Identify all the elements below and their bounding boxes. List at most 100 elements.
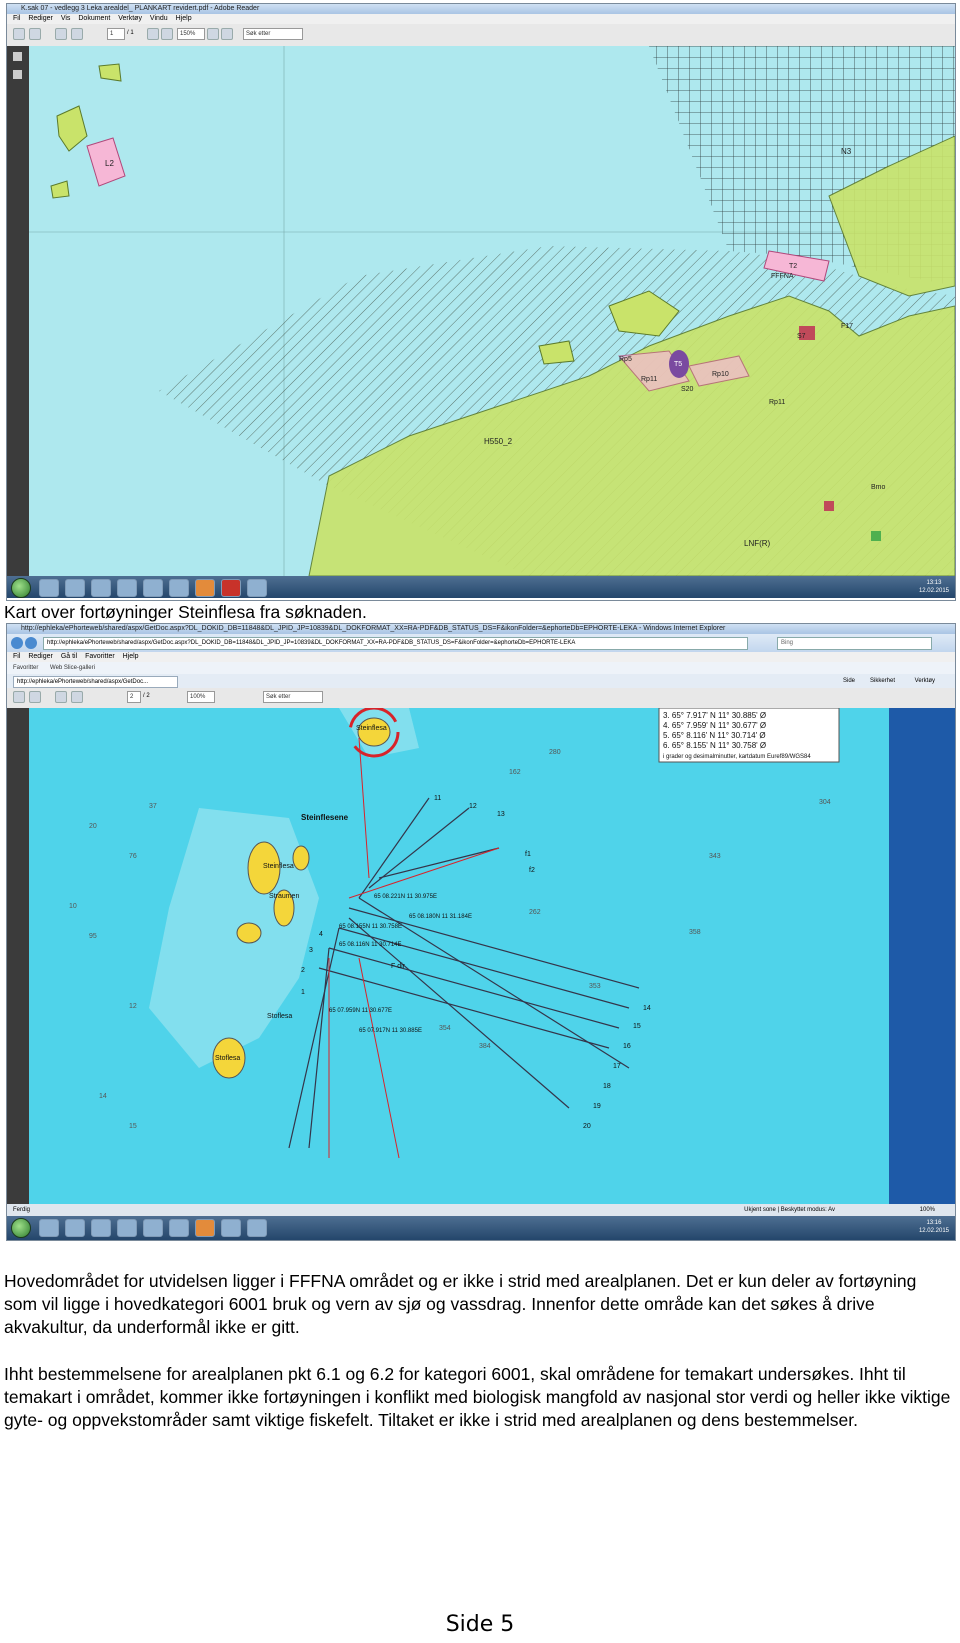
svg-text:262: 262 [529,909,541,916]
navigation-panel [7,46,29,576]
caption: Kart over fortøyninger Steinflesa fra sø… [4,602,367,622]
menu-item-document[interactable]: Dokument [78,15,110,22]
svg-text:20: 20 [89,823,97,830]
start-button[interactable] [11,578,31,598]
media-icon[interactable] [91,1219,111,1237]
svg-text:12: 12 [129,1003,137,1010]
address-input[interactable]: http://ephleka/ePhorteweb/shared/aspx/Ge… [43,637,748,650]
window-title-bar: K.sak 07 - vedlegg 3 Leka arealdel_ PLAN… [7,4,955,14]
paragraph-main-area: Hovedområdet for utvidelsen ligger i FFF… [4,1271,917,1337]
pdf-reader-icon[interactable] [221,579,241,597]
svg-text:65 07.917N 11 30.885E: 65 07.917N 11 30.885E [359,1028,422,1034]
command-side[interactable]: Side [843,674,855,688]
page-total: / 1 [127,30,134,36]
svg-text:162: 162 [509,769,521,776]
prev-page-icon[interactable] [55,28,67,40]
media-icon[interactable] [91,579,111,597]
navigation-panel [7,708,29,1204]
explorer-icon[interactable] [39,1219,59,1237]
ie-icon[interactable] [65,579,85,597]
svg-text:Steinflesene: Steinflesene [301,813,349,822]
fit-page-icon[interactable] [207,28,219,40]
page-number-input[interactable]: 1 [107,28,125,40]
menu-item-window[interactable]: Vindu [150,15,168,22]
svg-text:F dir: F dir [391,963,406,970]
svg-text:17: 17 [613,1063,621,1070]
app-icon[interactable] [247,579,267,597]
menu-item-help[interactable]: Hjelp [176,15,192,22]
firefox-icon[interactable] [195,1219,215,1237]
explorer-icon[interactable] [39,579,59,597]
menu-item-tools[interactable]: Verktøy [118,15,142,22]
plan-map: L2 N3 T2 FFFNA Rp5 Rp11 T5 S20 Rp10 Rp11… [29,46,955,576]
app-icon[interactable] [117,579,137,597]
svg-text:3. 65° 7.917' N 11° 30.885': 3. 65° 7.917' N 11° 30.885' Ø [663,711,766,720]
command-security[interactable]: Sikkerhet [870,674,895,688]
svg-text:FFFNA: FFFNA [771,273,794,280]
print-icon[interactable] [13,691,25,703]
svg-text:65 08.180N 11 31.184E: 65 08.180N 11 31.184E [409,914,472,920]
screenshot-plan-map: K.sak 07 - vedlegg 3 Leka arealdel_ PLAN… [6,3,956,601]
svg-text:Rp10: Rp10 [712,371,729,378]
page-footer: Side 5 [445,1612,515,1637]
zoom-out-icon[interactable] [147,28,159,40]
search-input[interactable]: Søk etter [263,691,323,703]
search-engine-input[interactable]: Bing [777,637,932,650]
zoom-input[interactable]: 150% [177,28,205,40]
svg-text:15: 15 [129,1123,137,1130]
tab-document[interactable]: http://ephleka/ePhorteweb/shared/aspx/Ge… [13,676,178,688]
svg-text:14: 14 [643,1005,651,1012]
firefox-icon[interactable] [195,579,215,597]
menu-item-edit[interactable]: Rediger [28,653,53,660]
forward-icon[interactable] [25,637,37,649]
svg-text:11: 11 [434,795,441,802]
app-icon[interactable] [117,1219,137,1237]
address-bar-area: http://ephleka/ePhorteweb/shared/aspx/Ge… [7,634,955,652]
svg-text:1: 1 [301,989,305,996]
back-icon[interactable] [11,637,23,649]
clock: 13:13 12.02.2015 [918,580,949,594]
fit-width-icon[interactable] [221,28,233,40]
tab-bar: http://ephleka/ePhorteweb/shared/aspx/Ge… [7,674,955,688]
ie-icon[interactable] [65,1219,85,1237]
clock: 13:16 12.02.2015 [918,1220,949,1234]
paragraph-regulations: Ihht bestemmelsene for arealplanen pkt 6… [4,1364,951,1430]
app-icon[interactable] [169,1219,189,1237]
command-tools[interactable]: Verktøy [915,674,935,688]
menu-item-file[interactable]: Fil [13,15,20,22]
web-slice-link[interactable]: Web Slice-galleri [50,665,95,671]
app-icon[interactable] [143,579,163,597]
app-icon[interactable] [143,1219,163,1237]
app-icon[interactable] [221,1219,241,1237]
attach-icon[interactable] [29,28,41,40]
attachments-panel-icon[interactable] [13,70,22,79]
svg-text:16: 16 [623,1043,631,1050]
svg-text:353: 353 [589,983,601,990]
status-zoom[interactable]: 100% [920,1204,935,1216]
favorites-button[interactable]: Favoritter [13,665,38,671]
menu-item-view[interactable]: Vis [61,15,71,22]
search-input[interactable]: Søk etter [243,28,303,40]
zoom-input[interactable]: 100% [187,691,215,703]
save-icon[interactable] [29,691,41,703]
svg-text:280: 280 [549,749,561,756]
svg-text:2: 2 [301,967,305,974]
status-left: Ferdig [13,1207,31,1213]
pages-panel-icon[interactable] [13,52,22,61]
reader-toolbar: 1 / 1 150% Søk etter [7,24,955,47]
menu-item-goto[interactable]: Gå til [61,653,77,660]
next-page-icon[interactable] [71,28,83,40]
menu-item-file[interactable]: Fil [13,653,20,660]
app-icon[interactable] [247,1219,267,1237]
prev-page-icon[interactable] [55,691,67,703]
svg-text:13: 13 [497,811,505,818]
page-number-input[interactable]: 2 [127,691,141,703]
print-icon[interactable] [13,28,25,40]
menu-item-edit[interactable]: Rediger [28,15,53,22]
menu-item-favorites[interactable]: Favoritter [85,653,115,660]
app-icon[interactable] [169,579,189,597]
zoom-in-icon[interactable] [161,28,173,40]
next-page-icon[interactable] [71,691,83,703]
start-button[interactable] [11,1218,31,1238]
menu-item-help[interactable]: Hjelp [123,653,139,660]
